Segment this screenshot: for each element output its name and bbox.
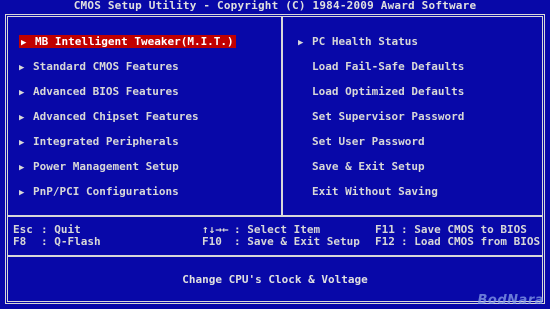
key-f12-desc: : Load CMOS from BIOS [401, 235, 541, 248]
arrow-right-icon: ▶ [19, 113, 25, 123]
vertical-divider [281, 17, 283, 215]
menu-item-set-supervisor-password[interactable]: Set Supervisor Password [312, 109, 464, 125]
menu-item-pnp-pci-configurations[interactable]: ▶ PnP/PCI Configurations [19, 184, 179, 200]
menu-item-label: Save & Exit Setup [312, 160, 425, 173]
help-text: Change CPU's Clock & Voltage [182, 273, 368, 286]
arrow-right-icon: ▶ [19, 188, 25, 198]
horizontal-divider-bottom [8, 255, 542, 257]
menu-item-load-optimized-defaults[interactable]: Load Optimized Defaults [312, 84, 464, 100]
watermark-logo: BodNara [477, 293, 544, 308]
arrow-right-icon: ▶ [19, 138, 25, 148]
key-f8: F8 [13, 235, 27, 248]
menu-item-label: Exit Without Saving [312, 185, 438, 198]
menu-item-label: Power Management Setup [33, 160, 179, 173]
key-f8-desc: : Q-Flash [41, 235, 101, 248]
menu-item-power-management-setup[interactable]: ▶ Power Management Setup [19, 159, 179, 175]
key-f10-desc: : Save & Exit Setup [234, 235, 360, 248]
arrow-right-icon: ▶ [19, 63, 25, 73]
menu-item-label: MB Intelligent Tweaker(M.I.T.) [35, 35, 234, 48]
menu-item-label: Load Optimized Defaults [312, 85, 465, 98]
menu-item-label: Integrated Peripherals [33, 135, 179, 148]
menu-item-label: Standard CMOS Features [33, 60, 179, 73]
key-f10: F10 [202, 235, 222, 248]
menu-item-advanced-chipset-features[interactable]: ▶ Advanced Chipset Features [19, 109, 199, 125]
menu-item-label: Set User Password [312, 135, 425, 148]
arrow-right-icon: ▶ [19, 88, 25, 98]
menu-item-save-exit-setup[interactable]: Save & Exit Setup [312, 159, 425, 175]
menu-item-label: PnP/PCI Configurations [33, 185, 179, 198]
menu-item-set-user-password[interactable]: Set User Password [312, 134, 425, 150]
menu-item-label: Load Fail-Safe Defaults [312, 60, 465, 73]
arrow-right-icon: ▶ [19, 163, 25, 173]
menu-item-integrated-peripherals[interactable]: ▶ Integrated Peripherals [19, 134, 179, 150]
menu-item-label: Advanced Chipset Features [33, 110, 199, 123]
menu-item-pc-health-status[interactable]: ▶ PC Health Status [298, 34, 418, 50]
arrow-right-icon: ▶ [21, 38, 27, 48]
horizontal-divider-top [8, 215, 542, 217]
menu-item-exit-without-saving[interactable]: Exit Without Saving [312, 184, 438, 200]
menu-item-label: Set Supervisor Password [312, 110, 465, 123]
arrow-right-icon: ▶ [298, 38, 304, 48]
menu-item-standard-cmos-features[interactable]: ▶ Standard CMOS Features [19, 59, 179, 75]
menu-item-load-fail-safe-defaults[interactable]: Load Fail-Safe Defaults [312, 59, 464, 75]
key-f12: F12 [375, 235, 395, 248]
menu-item-mb-intelligent-tweaker[interactable]: ▶ MB Intelligent Tweaker(M.I.T.) [19, 34, 236, 50]
title-bar: CMOS Setup Utility - Copyright (C) 1984-… [73, 0, 477, 12]
menu-item-advanced-bios-features[interactable]: ▶ Advanced BIOS Features [19, 84, 179, 100]
menu-item-label: PC Health Status [312, 35, 418, 48]
menu-item-label: Advanced BIOS Features [33, 85, 179, 98]
